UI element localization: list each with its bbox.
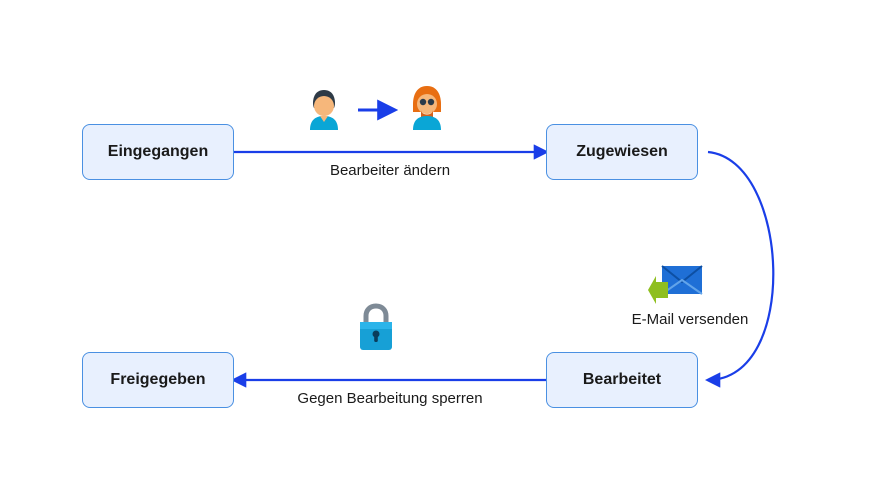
state-label: Zugewiesen — [576, 143, 668, 161]
state-zugewiesen: Zugewiesen — [546, 124, 698, 180]
state-label: Eingegangen — [108, 143, 208, 161]
transition-label-t1: Bearbeiter ändern — [260, 162, 520, 179]
state-bearbeitet: Bearbeitet — [546, 352, 698, 408]
avatar-to-icon — [402, 82, 452, 137]
transition-label-t3: Gegen Bearbeitung sperren — [260, 390, 520, 407]
email-send-icon — [648, 262, 704, 315]
avatar-from-icon — [300, 84, 348, 137]
state-label: Freigegeben — [110, 371, 205, 389]
lock-icon — [352, 302, 400, 359]
state-label: Bearbeitet — [583, 371, 661, 389]
state-eingegangen: Eingegangen — [82, 124, 234, 180]
state-freigegeben: Freigegeben — [82, 352, 234, 408]
workflow-diagram: Eingegangen Zugewiesen Bearbeitet Freige… — [0, 0, 888, 500]
transition-arrow-s2-s3 — [708, 152, 773, 380]
transition-arrows — [0, 0, 888, 500]
